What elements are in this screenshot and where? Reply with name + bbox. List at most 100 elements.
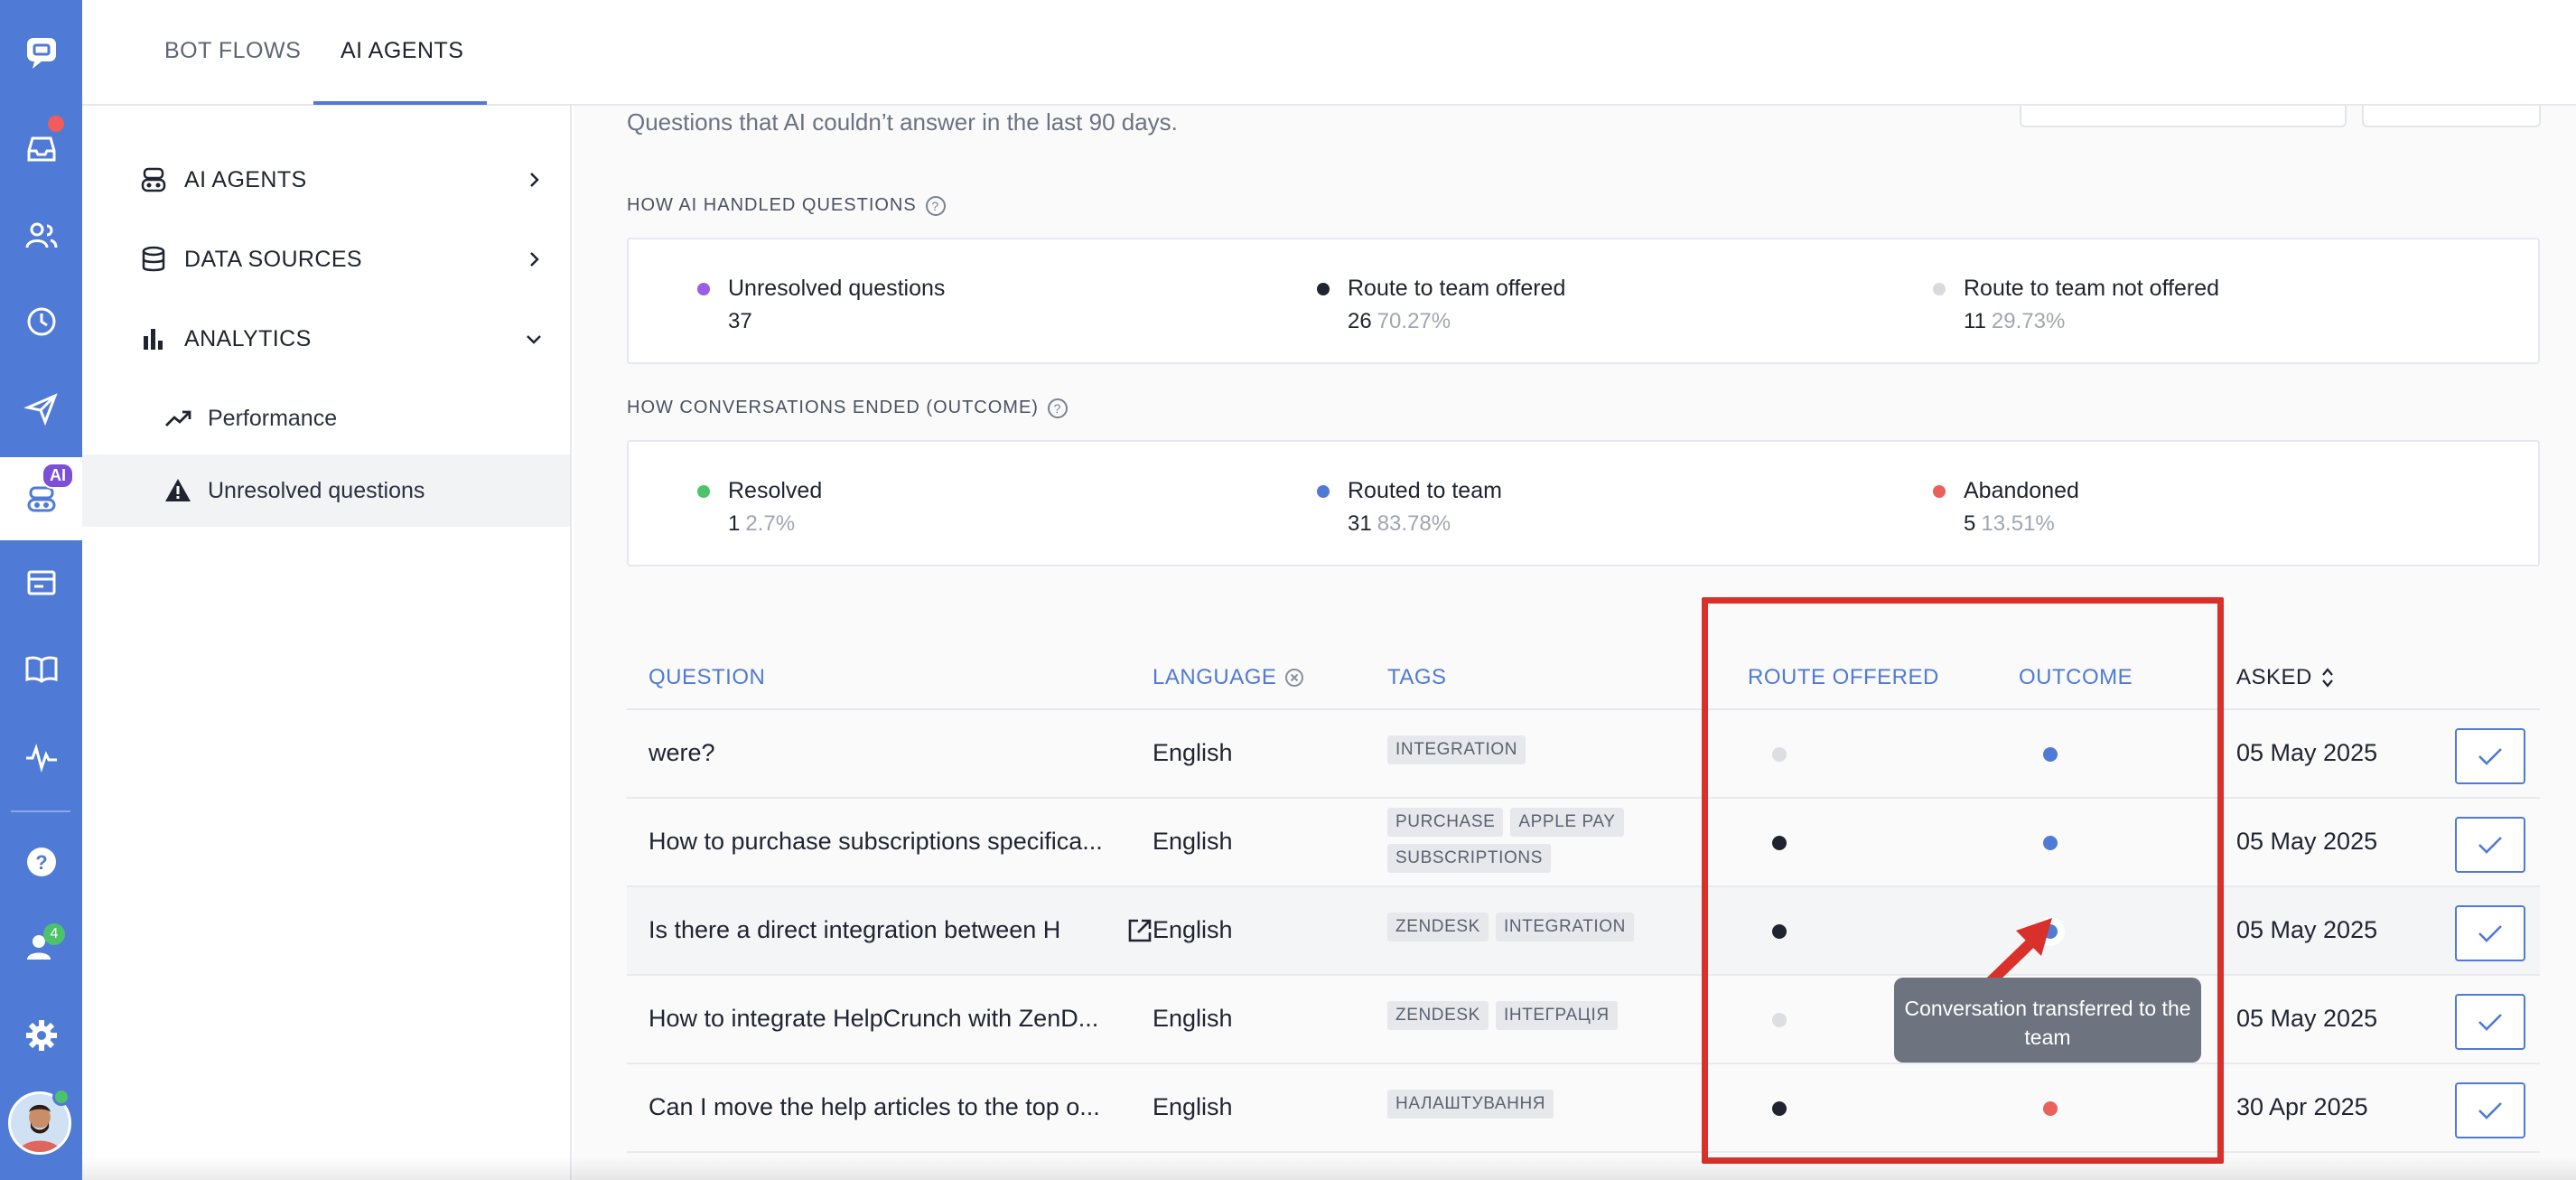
widget-icon[interactable] bbox=[0, 547, 82, 619]
active-tab-indicator bbox=[313, 101, 487, 105]
asked-date-cell: 05 May 2025 bbox=[2236, 828, 2378, 855]
main-content: Questions that AI couldn’t answer in the… bbox=[574, 106, 2576, 1180]
table-row[interactable]: How to integrate HelpCrunch with ZenD...… bbox=[627, 976, 2540, 1064]
knowledge-base-icon[interactable] bbox=[0, 632, 82, 705]
sidebar-item-label: DATA SOURCES bbox=[184, 246, 362, 272]
tab-bot-flows[interactable]: BOT FLOWS bbox=[164, 38, 301, 64]
history-icon[interactable] bbox=[0, 286, 82, 358]
table-header: QUESTION LANGUAGE TAGS ROUTE OFFERED OUT… bbox=[627, 632, 2540, 710]
sort-icon[interactable] bbox=[2319, 666, 2336, 689]
contacts-icon[interactable] bbox=[0, 199, 82, 271]
stat-name: Unresolved questions bbox=[728, 276, 946, 301]
notification-dot bbox=[48, 116, 64, 132]
tag-badge: APPLE PAY bbox=[1510, 808, 1624, 837]
stat-resolved: Resolved 1 2.7% bbox=[697, 478, 823, 537]
question-cell[interactable]: were? bbox=[649, 739, 1109, 767]
sidebar-item-data-sources[interactable]: DATA SOURCES bbox=[82, 223, 570, 295]
tags-cell: ZENDESK INTEGRATION bbox=[1387, 913, 1649, 941]
legend-dot bbox=[697, 485, 710, 498]
outcome-tooltip: Conversation transferred to the team bbox=[1894, 978, 2201, 1063]
stat-percent: 13.51% bbox=[1981, 511, 2055, 536]
mark-resolved-button[interactable] bbox=[2455, 817, 2525, 873]
robot-icon bbox=[141, 167, 166, 192]
handled-section-label: HOW AI HANDLED QUESTIONS ? bbox=[627, 195, 946, 216]
sidebar-item-analytics[interactable]: ANALYTICS bbox=[82, 303, 570, 375]
ai-badge: AI bbox=[42, 463, 74, 489]
tag-badge: INTEGRATION bbox=[1495, 913, 1634, 941]
sidebar-item-unresolved-questions[interactable]: Unresolved questions bbox=[82, 454, 570, 527]
svg-text:?: ? bbox=[35, 851, 47, 874]
table-row[interactable]: Is there a direct integration between H … bbox=[627, 887, 2540, 976]
trend-up-icon bbox=[165, 410, 191, 426]
warning-icon bbox=[165, 479, 191, 501]
rail-divider bbox=[11, 810, 70, 812]
mark-resolved-button[interactable] bbox=[2455, 994, 2525, 1050]
asked-date-cell: 05 May 2025 bbox=[2236, 739, 2378, 766]
help-icon[interactable]: ? bbox=[0, 826, 82, 898]
top-tab-bar: BOT FLOWS AI AGENTS bbox=[82, 0, 2576, 106]
team-icon[interactable] bbox=[0, 911, 82, 983]
stat-name: Resolved bbox=[728, 478, 823, 503]
question-cell[interactable]: How to purchase subscriptions specifica.… bbox=[649, 828, 1109, 856]
date-range-button[interactable] bbox=[2020, 106, 2347, 127]
column-header-tags[interactable]: TAGS bbox=[1387, 665, 1447, 690]
secondary-sidebar: AI AGENTS DATA SOURCES ANALYTICS Perform… bbox=[82, 106, 572, 1180]
legend-dot bbox=[1933, 283, 1946, 295]
stat-value: 11 bbox=[1964, 309, 1986, 333]
tag-badge: PURCHASE bbox=[1387, 808, 1504, 837]
column-header-asked[interactable]: ASKED bbox=[2236, 665, 2336, 690]
tag-badge: ZENDESK bbox=[1387, 1001, 1489, 1030]
table-row[interactable]: How to purchase subscriptions specifica.… bbox=[627, 799, 2540, 887]
stat-name: Route to team not offered bbox=[1964, 276, 2220, 301]
outcome-section-label: HOW CONVERSATIONS ENDED (OUTCOME) ? bbox=[627, 398, 1068, 418]
sidebar-item-performance[interactable]: Performance bbox=[82, 382, 570, 454]
question-cell[interactable]: How to integrate HelpCrunch with ZenD... bbox=[649, 1005, 1109, 1033]
language-cell: English bbox=[1153, 1005, 1233, 1032]
help-circle-icon[interactable]: ? bbox=[925, 195, 946, 216]
question-cell[interactable]: Can I move the help articles to the top … bbox=[649, 1093, 1109, 1121]
table-row[interactable]: Can I move the help articles to the top … bbox=[627, 1064, 2540, 1153]
chevron-right-icon bbox=[530, 173, 539, 187]
table-row[interactable]: were? English INTEGRATION 05 May 2025 bbox=[627, 710, 2540, 799]
app-rail: AI ? 4 bbox=[0, 0, 82, 1180]
tags-cell: PURCHASE APPLE PAY SUBSCRIPTIONS bbox=[1387, 808, 1649, 873]
column-header-question[interactable]: QUESTION bbox=[649, 665, 765, 690]
export-button[interactable] bbox=[2362, 106, 2541, 127]
settings-gear-icon[interactable] bbox=[0, 999, 82, 1072]
online-status-dot bbox=[52, 1088, 70, 1106]
checkmark-icon bbox=[2478, 837, 2502, 854]
stat-value: 5 bbox=[1964, 511, 1976, 536]
legend-dot bbox=[1317, 283, 1330, 295]
stat-value: 1 bbox=[728, 511, 741, 536]
question-cell[interactable]: Is there a direct integration between H bbox=[649, 916, 1069, 944]
sidebar-item-label: ANALYTICS bbox=[184, 325, 312, 351]
tag-badge: НАЛАШТУВАННЯ bbox=[1387, 1090, 1554, 1119]
mark-resolved-button[interactable] bbox=[2455, 728, 2525, 784]
pulse-icon[interactable] bbox=[0, 721, 82, 793]
tag-badge: SUBSCRIPTIONS bbox=[1387, 844, 1551, 873]
section-title: HOW CONVERSATIONS ENDED (OUTCOME) bbox=[627, 398, 1039, 417]
stat-route-offered: Route to team offered 26 70.27% bbox=[1317, 276, 1565, 334]
sidebar-item-ai-agents[interactable]: AI AGENTS bbox=[82, 144, 570, 216]
column-header-language[interactable]: LANGUAGE bbox=[1153, 665, 1305, 690]
mark-resolved-button[interactable] bbox=[2455, 905, 2525, 961]
stat-unresolved: Unresolved questions 37 bbox=[697, 276, 946, 334]
page-subtitle: Questions that AI couldn’t answer in the… bbox=[627, 108, 1178, 136]
inbox-icon[interactable] bbox=[0, 113, 82, 185]
language-cell: English bbox=[1153, 739, 1233, 766]
header-label: LANGUAGE bbox=[1153, 665, 1277, 689]
tab-ai-agents[interactable]: AI AGENTS bbox=[341, 38, 463, 64]
checkmark-icon bbox=[2478, 1102, 2502, 1119]
send-icon[interactable] bbox=[0, 372, 82, 445]
chat-logo-icon[interactable] bbox=[0, 16, 82, 89]
language-cell: English bbox=[1153, 828, 1233, 855]
stat-percent: 29.73% bbox=[1991, 309, 2066, 333]
sidebar-item-label: AI AGENTS bbox=[184, 166, 307, 192]
highlight-box bbox=[1702, 597, 2224, 1164]
stat-percent: 83.78% bbox=[1377, 511, 1451, 536]
open-external-icon[interactable] bbox=[1125, 916, 1154, 945]
help-circle-icon[interactable]: ? bbox=[1047, 398, 1068, 418]
clear-filter-icon[interactable] bbox=[1283, 667, 1305, 688]
legend-dot bbox=[1317, 485, 1330, 498]
mark-resolved-button[interactable] bbox=[2455, 1082, 2525, 1138]
